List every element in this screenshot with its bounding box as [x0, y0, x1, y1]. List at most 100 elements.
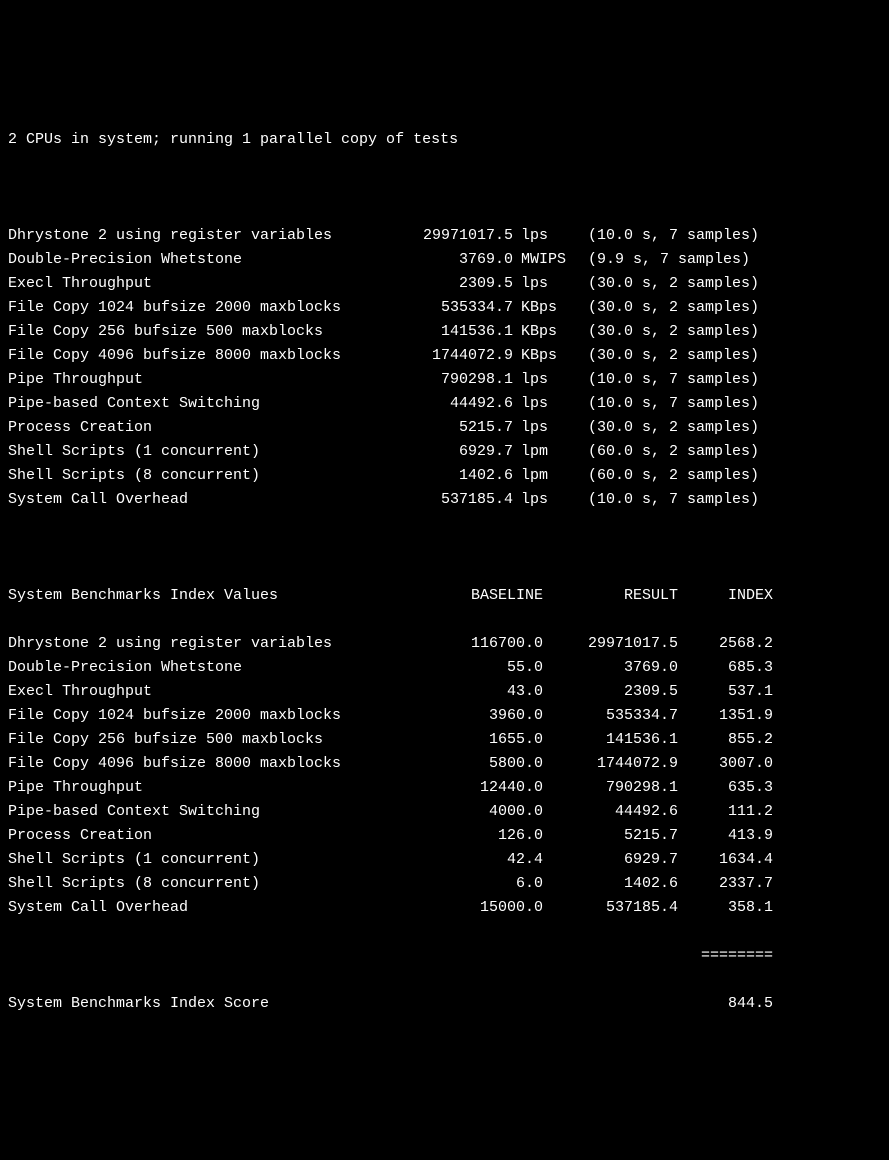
test-value: 29971017.5 — [398, 224, 513, 248]
index-result: 6929.7 — [543, 848, 678, 872]
test-value: 1402.6 — [398, 464, 513, 488]
index-row: Dhrystone 2 using register variables1167… — [8, 632, 881, 656]
test-timing: (60.0 s, 2 samples) — [568, 464, 759, 488]
tests-section: Dhrystone 2 using register variables2997… — [8, 224, 881, 512]
index-name: File Copy 1024 bufsize 2000 maxblocks — [8, 704, 438, 728]
test-timing: (30.0 s, 2 samples) — [568, 320, 759, 344]
test-timing: (9.9 s, 7 samples) — [568, 248, 750, 272]
test-unit: lps — [513, 488, 568, 512]
separator-spacer — [438, 944, 543, 968]
index-index: 855.2 — [678, 728, 773, 752]
index-baseline: 15000.0 — [438, 896, 543, 920]
index-index: 3007.0 — [678, 752, 773, 776]
test-unit: lpm — [513, 440, 568, 464]
test-value: 6929.7 — [398, 440, 513, 464]
test-row: Pipe Throughput790298.1lps(10.0 s, 7 sam… — [8, 368, 881, 392]
index-name: Shell Scripts (8 concurrent) — [8, 872, 438, 896]
test-value: 535334.7 — [398, 296, 513, 320]
index-row: File Copy 256 bufsize 500 maxblocks1655.… — [8, 728, 881, 752]
index-header-row: System Benchmarks Index ValuesBASELINERE… — [8, 584, 881, 608]
header-line: 2 CPUs in system; running 1 parallel cop… — [8, 128, 881, 152]
score-label: System Benchmarks Index Score — [8, 992, 438, 1016]
test-name: Execl Throughput — [8, 272, 398, 296]
test-timing: (10.0 s, 7 samples) — [568, 368, 759, 392]
test-unit: lps — [513, 392, 568, 416]
test-value: 141536.1 — [398, 320, 513, 344]
test-row: Shell Scripts (1 concurrent)6929.7lpm(60… — [8, 440, 881, 464]
test-unit: MWIPS — [513, 248, 568, 272]
test-name: Pipe-based Context Switching — [8, 392, 398, 416]
test-value: 3769.0 — [398, 248, 513, 272]
index-name: File Copy 256 bufsize 500 maxblocks — [8, 728, 438, 752]
index-index: 2337.7 — [678, 872, 773, 896]
index-baseline: 42.4 — [438, 848, 543, 872]
index-name: File Copy 4096 bufsize 8000 maxblocks — [8, 752, 438, 776]
index-baseline: 43.0 — [438, 680, 543, 704]
test-name: Shell Scripts (8 concurrent) — [8, 464, 398, 488]
index-result: 537185.4 — [543, 896, 678, 920]
index-result: 44492.6 — [543, 800, 678, 824]
index-baseline: 12440.0 — [438, 776, 543, 800]
index-index: 111.2 — [678, 800, 773, 824]
test-name: File Copy 256 bufsize 500 maxblocks — [8, 320, 398, 344]
test-value: 790298.1 — [398, 368, 513, 392]
index-result: 1744072.9 — [543, 752, 678, 776]
index-result: 535334.7 — [543, 704, 678, 728]
index-index: 1351.9 — [678, 704, 773, 728]
separator-spacer — [543, 944, 678, 968]
test-unit: KBps — [513, 344, 568, 368]
separator-spacer — [8, 944, 438, 968]
blank-line — [8, 536, 881, 560]
test-row: Shell Scripts (8 concurrent)1402.6lpm(60… — [8, 464, 881, 488]
separator-text: ======== — [678, 944, 773, 968]
test-row: File Copy 1024 bufsize 2000 maxblocks535… — [8, 296, 881, 320]
score-spacer — [543, 992, 678, 1016]
index-row: System Call Overhead15000.0537185.4358.1 — [8, 896, 881, 920]
index-result: 1402.6 — [543, 872, 678, 896]
index-baseline: 55.0 — [438, 656, 543, 680]
index-baseline: 126.0 — [438, 824, 543, 848]
index-baseline: 5800.0 — [438, 752, 543, 776]
test-row: System Call Overhead537185.4lps(10.0 s, … — [8, 488, 881, 512]
test-row: Pipe-based Context Switching44492.6lps(1… — [8, 392, 881, 416]
index-name: Pipe Throughput — [8, 776, 438, 800]
index-header-title: System Benchmarks Index Values — [8, 584, 438, 608]
index-result: 3769.0 — [543, 656, 678, 680]
test-row: File Copy 4096 bufsize 8000 maxblocks174… — [8, 344, 881, 368]
test-row: Process Creation5215.7lps(30.0 s, 2 samp… — [8, 416, 881, 440]
test-timing: (30.0 s, 2 samples) — [568, 416, 759, 440]
index-baseline: 3960.0 — [438, 704, 543, 728]
index-row: Shell Scripts (1 concurrent)42.46929.716… — [8, 848, 881, 872]
index-index: 685.3 — [678, 656, 773, 680]
test-value: 2309.5 — [398, 272, 513, 296]
test-unit: KBps — [513, 296, 568, 320]
test-name: Process Creation — [8, 416, 398, 440]
index-row: Pipe-based Context Switching4000.044492.… — [8, 800, 881, 824]
test-value: 1744072.9 — [398, 344, 513, 368]
index-index: 2568.2 — [678, 632, 773, 656]
index-row: Pipe Throughput12440.0790298.1635.3 — [8, 776, 881, 800]
index-result: 2309.5 — [543, 680, 678, 704]
test-timing: (30.0 s, 2 samples) — [568, 344, 759, 368]
index-name: System Call Overhead — [8, 896, 438, 920]
test-name: System Call Overhead — [8, 488, 398, 512]
test-name: Dhrystone 2 using register variables — [8, 224, 398, 248]
test-row: File Copy 256 bufsize 500 maxblocks14153… — [8, 320, 881, 344]
index-row: Shell Scripts (8 concurrent)6.01402.6233… — [8, 872, 881, 896]
index-row: File Copy 1024 bufsize 2000 maxblocks396… — [8, 704, 881, 728]
index-index: 1634.4 — [678, 848, 773, 872]
test-timing: (10.0 s, 7 samples) — [568, 488, 759, 512]
index-baseline: 1655.0 — [438, 728, 543, 752]
test-name: File Copy 1024 bufsize 2000 maxblocks — [8, 296, 398, 320]
score-spacer — [438, 992, 543, 1016]
index-row: Execl Throughput43.02309.5537.1 — [8, 680, 881, 704]
test-unit: lps — [513, 272, 568, 296]
test-unit: KBps — [513, 320, 568, 344]
separator-row: ======== — [8, 944, 881, 968]
index-index: 635.3 — [678, 776, 773, 800]
test-value: 44492.6 — [398, 392, 513, 416]
index-row: File Copy 4096 bufsize 8000 maxblocks580… — [8, 752, 881, 776]
test-row: Execl Throughput2309.5lps(30.0 s, 2 samp… — [8, 272, 881, 296]
index-name: Pipe-based Context Switching — [8, 800, 438, 824]
test-timing: (10.0 s, 7 samples) — [568, 224, 759, 248]
